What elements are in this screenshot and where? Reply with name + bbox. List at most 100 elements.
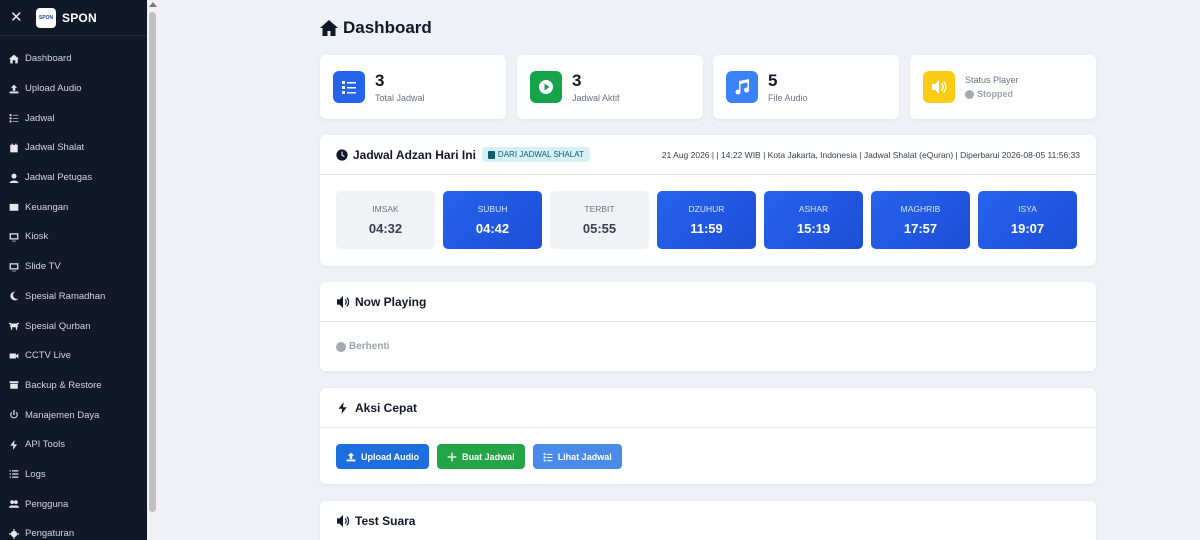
plus-icon [447,452,457,461]
quick-actions-header: Aksi Cepat [320,388,1096,428]
gear-icon [8,528,20,540]
sidebar-scrollbar[interactable] [147,0,159,540]
sidebar-item-label: Keuangan [25,201,69,213]
view-schedule-button[interactable]: Lihat Jadwal [532,444,622,469]
stat-card-jadwal-aktif: 3 Jadwal Aktif [517,55,703,119]
prayer-name: SUBUH [477,204,508,214]
sidebar-item-label: Pengguna [25,498,69,510]
list-icon [8,468,20,480]
sidebar-item-spesial-ramadhan[interactable]: Spesial Ramadhan [0,282,147,312]
bolt-icon [8,439,20,451]
home-icon [320,20,338,36]
status-dot-icon [965,89,974,99]
quick-actions-card: Aksi Cepat Upload Audio Buat Jadwal Liha… [320,388,1096,484]
sidebar-item-logs[interactable]: Logs [0,460,147,490]
users-icon [8,498,20,510]
volume-icon [923,71,955,103]
upload-icon [346,452,356,461]
test-sound-header: Test Suara [320,501,1096,540]
prayer-name: TERBIT [584,204,615,214]
sidebar-item-jadwal-petugas[interactable]: Jadwal Petugas [0,163,147,193]
list-check-icon [333,71,365,103]
stat-label: Status Player [965,75,1019,85]
sidebar-item-label: Spesial Qurban [25,320,91,332]
player-status-text: Stopped [977,89,1013,99]
sidebar-item-label: Jadwal Shalat [25,142,85,154]
stat-card-status-player: Status Player Stopped [910,55,1096,119]
prayer-times: IMSAK 04:32 SUBUH 04:42 TERBIT 05:55 DZUHUR… [336,191,1077,249]
page-title: Dashboard [320,18,432,38]
sidebar-item-label: Kiosk [25,231,49,243]
close-icon[interactable]: ✕ [10,10,24,25]
sidebar-item-label: Logs [25,468,46,480]
prayer-name: ASHAR [798,204,829,214]
prayer-time: 19:07 [1010,221,1045,236]
prayer-schedule-card: Jadwal Adzan Hari Ini DARI JADWAL SHALAT… [320,135,1096,266]
sidebar-item-dashboard[interactable]: Dashboard [0,44,147,74]
stat-value: 3 [375,70,385,90]
list-check-icon [8,112,20,124]
sidebar-item-upload-audio[interactable]: Upload Audio [0,74,147,104]
prayer-time: 11:59 [690,221,723,236]
prayer-time: 17:57 [903,221,938,236]
source-badge-text: DARI JADWAL SHALAT [497,150,584,159]
upload-icon [8,83,20,95]
sidebar-item-label: Manajemen Daya [25,409,100,421]
sidebar-item-label: CCTV Live [25,350,71,362]
scrollbar-thumb[interactable] [149,12,156,512]
sidebar-item-manajemen-daya[interactable]: Manajemen Daya [0,400,147,430]
sidebar-item-label: Pengaturan [25,528,75,540]
sidebar-item-cctv-live[interactable]: CCTV Live [0,341,147,371]
test-sound-title: Test Suara [355,514,416,528]
prayer-imsak: IMSAK 04:32 [336,191,435,249]
scroll-up-icon[interactable] [149,2,157,7]
button-label: Lihat Jadwal [557,451,612,462]
now-playing-header: Now Playing [320,282,1096,322]
sidebar-item-api-tools[interactable]: API Tools [0,430,147,460]
calendar-icon [8,142,20,154]
now-playing-body: Berhenti [320,322,1096,371]
sidebar-item-label: Jadwal Petugas [25,172,93,184]
prayer-terbit: TERBIT 05:55 [550,191,649,249]
sidebar-item-kiosk[interactable]: Kiosk [0,222,147,252]
sidebar-item-pengaturan[interactable]: Pengaturan [0,519,147,540]
play-icon [530,71,562,103]
sidebar-item-keuangan[interactable]: Keuangan [0,192,147,222]
quick-actions-buttons: Upload Audio Buat Jadwal Lihat Jadwal [320,428,1096,485]
prayer-ashar: ASHAR 15:19 [764,191,863,249]
now-playing-status: Berhenti [349,341,390,352]
sidebar-item-spesial-qurban[interactable]: Spesial Qurban [0,311,147,341]
sidebar-item-backup-restore[interactable]: Backup & Restore [0,371,147,401]
monitor-icon [8,231,20,243]
book-icon [487,150,495,159]
sidebar-item-jadwal[interactable]: Jadwal [0,103,147,133]
player-status: Stopped [965,89,1019,99]
stat-label: Total Jadwal [375,92,425,103]
sidebar-item-pengguna[interactable]: Pengguna [0,489,147,519]
stat-card-file-audio: 5 File Audio [713,55,899,119]
moon-icon [8,290,20,302]
list-check-icon [543,452,553,461]
prayer-time: 04:42 [475,221,510,236]
stat-value: 5 [768,70,778,90]
upload-audio-button[interactable]: Upload Audio [336,444,430,469]
create-schedule-button[interactable]: Buat Jadwal [437,444,525,469]
cow-icon [8,320,20,332]
music-icon [726,71,758,103]
sidebar-item-label: Slide TV [25,261,61,273]
sidebar-item-label: Backup & Restore [25,379,102,391]
sidebar-header: ✕ SPON SPON [0,0,147,36]
stat-label: File Audio [768,92,808,103]
prayer-time: 04:32 [368,221,403,236]
bolt-icon [338,401,347,414]
button-label: Buat Jadwal [462,451,515,462]
prayer-name: IMSAK [372,204,399,214]
prayer-name: ISYA [1018,204,1037,214]
wallet-icon [8,201,20,213]
schedule-info: 21 Aug 2026 | | 14:22 WIB | Kota Jakarta… [661,149,1080,160]
sidebar-item-slide-tv[interactable]: Slide TV [0,252,147,282]
page-title-text: Dashboard [343,18,432,37]
volume-icon [337,515,350,527]
sidebar-item-jadwal-shalat[interactable]: Jadwal Shalat [0,133,147,163]
prayer-name: MAGHRIB [900,204,941,214]
